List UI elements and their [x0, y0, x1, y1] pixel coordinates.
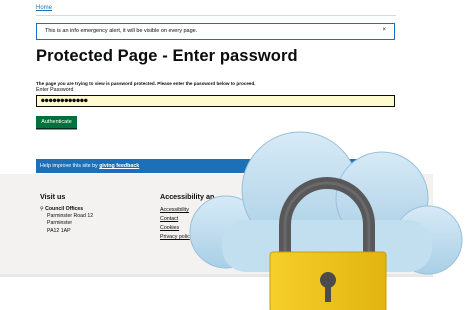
address-org: Council Offices — [45, 206, 84, 212]
close-icon[interactable]: × — [382, 27, 386, 33]
alert-text: This is an info emergency alert, it will… — [45, 28, 198, 34]
address-line: Parminster — [47, 220, 73, 227]
password-label: Enter Password — [36, 87, 74, 93]
breadcrumb-home[interactable]: Home — [36, 5, 52, 11]
feedback-prefix: Help improve this site by — [40, 163, 98, 169]
address-line: PA12 1AP — [47, 227, 71, 234]
emergency-alert-banner: This is an info emergency alert, it will… — [36, 23, 395, 40]
authenticate-button[interactable]: Authenticate — [36, 116, 77, 128]
feedback-text: Help improve this site by giving feedbac… — [40, 163, 139, 169]
address-line: Parminster Road 12 — [47, 213, 94, 220]
map-pin-icon: ⚲ — [40, 206, 44, 212]
page-title: Protected Page - Enter password — [36, 47, 298, 65]
cloud-padlock-icon — [189, 131, 463, 310]
password-input[interactable]: ●●●●●●●●●●●● — [36, 95, 395, 107]
footer-visit-heading: Visit us — [40, 192, 66, 201]
intro-text: The page you are trying to view is passw… — [36, 81, 256, 86]
feedback-link[interactable]: giving feedback — [99, 163, 139, 169]
footer-address: ⚲ Council Offices Parminster Road 12 Par… — [40, 206, 93, 235]
header-divider — [36, 15, 396, 16]
